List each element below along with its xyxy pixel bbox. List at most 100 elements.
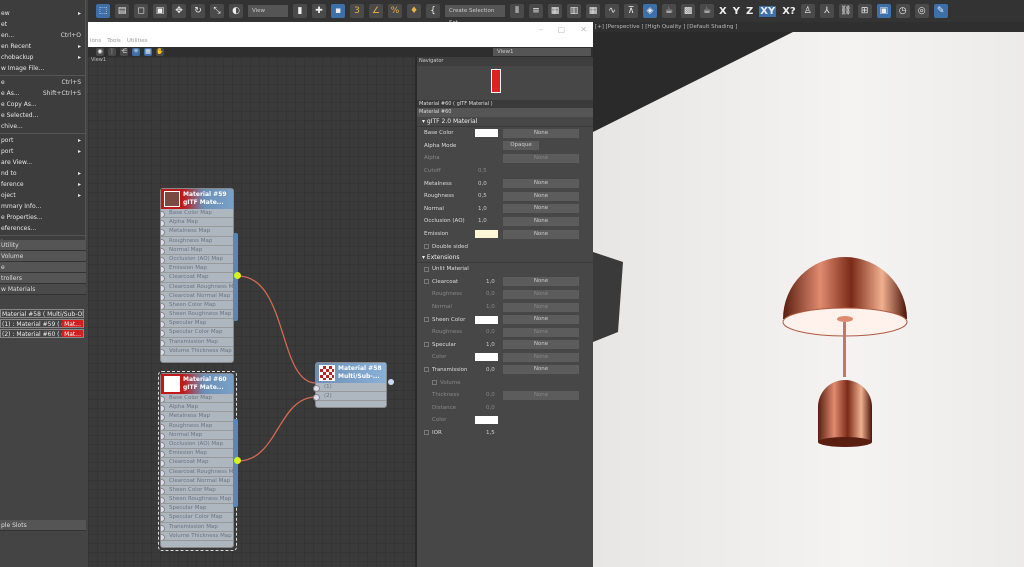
node-input-slot[interactable]: Clearcoat Roughness Map xyxy=(161,468,233,477)
node-input-slot[interactable]: Specular Map xyxy=(161,504,233,514)
placement-icon[interactable]: ◐ xyxy=(229,4,243,18)
file-menu-item[interactable]: port ▸ xyxy=(0,135,85,146)
spinner-snap-icon[interactable]: ♦ xyxy=(407,4,421,18)
material-list-item[interactable]: Material #58 ( Multi/Sub-Object ) xyxy=(0,309,84,318)
map-button[interactable]: None xyxy=(503,204,579,214)
multi-sub-object-node[interactable]: Material #58 Multi/Sub-... (1) (2) xyxy=(313,362,387,408)
file-menu-item[interactable]: chive... xyxy=(0,121,85,132)
file-menu-item[interactable]: ference ▸ xyxy=(0,179,85,190)
select-icon[interactable]: ⬚ xyxy=(96,4,110,18)
output-port[interactable] xyxy=(234,272,241,279)
rollout-header[interactable]: trollers xyxy=(0,273,86,284)
move-icon[interactable]: ✥ xyxy=(172,4,186,18)
node-input-slot[interactable]: Clearcoat Map xyxy=(161,273,233,283)
mirror-icon[interactable]: ⫴ xyxy=(510,4,524,18)
menu-utilities[interactable]: Utilities xyxy=(127,38,148,47)
node-input-slot[interactable]: Specular Map xyxy=(161,319,233,329)
color-swatch[interactable] xyxy=(475,416,498,425)
parameter-spinner[interactable]: 0,0 xyxy=(478,181,500,187)
file-menu-item[interactable]: e As... Shift+Ctrl+S xyxy=(0,88,85,99)
node-input-slot[interactable]: Occlusion (AO) Map xyxy=(161,255,233,265)
material-list-item[interactable]: (1) : Material #59 ( glTF Mat... xyxy=(0,319,84,328)
color-swatch[interactable] xyxy=(475,129,498,138)
select-manipulate-icon[interactable]: ✚ xyxy=(312,4,326,18)
color-swatch[interactable] xyxy=(475,353,498,362)
reference-coordinate-dropdown[interactable]: View xyxy=(248,5,288,17)
scene-explorer-icon[interactable]: ▦ xyxy=(548,4,562,18)
rollout-header[interactable]: Utility xyxy=(0,240,86,251)
node-input-slot[interactable]: Sheen Color Map xyxy=(161,486,233,496)
node-input-slot[interactable]: Alpha Map xyxy=(161,403,233,413)
window-crossing-icon[interactable]: ▣ xyxy=(153,4,167,18)
material-list-item[interactable]: (2) : Material #60 ( glTF Mat... xyxy=(0,329,84,338)
rollout-sample-slots[interactable]: ple Slots xyxy=(0,520,86,531)
node-input-slot[interactable]: Roughness Map xyxy=(161,237,233,246)
curve-editor-icon[interactable]: ∿ xyxy=(605,4,619,18)
angle-snap-icon[interactable]: ∠ xyxy=(369,4,383,18)
minimize-icon[interactable]: – xyxy=(539,25,543,34)
color-swatch[interactable] xyxy=(475,315,498,324)
section-extensions[interactable]: ▾ Extensions xyxy=(417,253,593,263)
map-button[interactable]: None xyxy=(503,302,579,312)
map-button[interactable]: None xyxy=(503,153,579,163)
node-input-slot[interactable]: (1) xyxy=(313,383,386,393)
map-button[interactable]: None xyxy=(503,179,579,189)
rollout-header[interactable]: Volume xyxy=(0,251,86,262)
checkbox[interactable] xyxy=(424,430,429,436)
node-input-slot[interactable]: Clearcoat Normal Map xyxy=(161,292,233,301)
map-button[interactable]: None xyxy=(503,315,579,325)
file-menu-item[interactable]: e Ctrl+S xyxy=(0,77,85,88)
select-by-name-icon[interactable]: ▤ xyxy=(115,4,129,18)
map-button[interactable]: None xyxy=(503,327,579,337)
section-gltf[interactable]: ▾ gITF 2.0 Material xyxy=(417,117,593,127)
viewport-icon[interactable]: ▣ xyxy=(876,4,891,18)
map-button[interactable]: None xyxy=(503,128,579,138)
menu-options[interactable]: ions xyxy=(90,38,101,47)
scale-icon[interactable]: ⤡ xyxy=(210,4,224,18)
view-dropdown[interactable]: View1 xyxy=(493,48,591,56)
tree-icon[interactable]: ⋲ xyxy=(120,48,128,56)
axis-xy-button[interactable]: XY xyxy=(759,5,777,17)
node-input-slot[interactable]: Sheen Roughness Map xyxy=(161,310,233,320)
clock-icon[interactable]: ◷ xyxy=(895,4,910,18)
node-graph-view[interactable]: View1 Material #59 gITF Mate... Base Color… xyxy=(88,57,415,567)
viewport-label[interactable]: [+] [Perspective ] [High Quality ] [Defa… xyxy=(593,22,1024,32)
file-menu-item[interactable]: ew ▸ xyxy=(0,8,85,19)
checkbox[interactable] xyxy=(424,244,429,250)
node-input-slot[interactable]: Clearcoat Roughness Map xyxy=(161,283,233,292)
align-icon[interactable]: ≡ xyxy=(529,4,543,18)
render-setup-icon[interactable]: ☕ xyxy=(662,4,676,18)
rollout-header[interactable]: e xyxy=(0,262,86,273)
axis-z-button[interactable]: Z xyxy=(746,6,753,17)
file-menu-item[interactable]: chobackup ▸ xyxy=(0,52,85,63)
node-input-slot[interactable]: Volume Thickness Map xyxy=(161,347,233,356)
layer-explorer-icon[interactable]: ▥ xyxy=(567,4,581,18)
output-port[interactable] xyxy=(234,457,241,464)
color-swatch[interactable] xyxy=(475,230,498,239)
file-menu-item[interactable]: et xyxy=(0,19,85,30)
node-input-slot[interactable]: Metalness Map xyxy=(161,227,233,237)
node-input-slot[interactable]: Transmission Map xyxy=(161,523,233,532)
ik-icon[interactable]: ♙ xyxy=(800,4,815,18)
output-port[interactable] xyxy=(388,379,394,385)
node-input-slot[interactable]: Normal Map xyxy=(161,431,233,440)
node-input-slot[interactable]: Occlusion (AO) Map xyxy=(161,440,233,450)
pivot-icon[interactable]: ▮ xyxy=(293,4,307,18)
checkbox[interactable] xyxy=(424,367,429,373)
pan-icon[interactable]: ✋ xyxy=(156,48,164,56)
grid-icon[interactable]: ⊞ xyxy=(857,4,872,18)
file-menu-item[interactable]: nd to ▸ xyxy=(0,168,85,179)
keyboard-shortcut-icon[interactable]: ▪ xyxy=(331,4,345,18)
bone-icon[interactable]: ⅄ xyxy=(819,4,834,18)
parameter-spinner[interactable]: 1,0 xyxy=(478,218,500,224)
maximize-icon[interactable]: □ xyxy=(557,25,565,34)
file-menu-item[interactable]: en Recent ▸ xyxy=(0,41,85,52)
map-button[interactable]: None xyxy=(503,365,579,375)
alpha-mode-dropdown[interactable]: Opaque xyxy=(503,141,539,151)
map-button[interactable]: None xyxy=(503,216,579,226)
render-icon[interactable]: ☕ xyxy=(700,4,714,18)
map-button[interactable]: None xyxy=(503,191,579,201)
rotate-icon[interactable]: ↻ xyxy=(191,4,205,18)
checkbox[interactable] xyxy=(432,380,437,386)
node-header[interactable]: Material #60 gITF Mate... xyxy=(161,374,233,394)
